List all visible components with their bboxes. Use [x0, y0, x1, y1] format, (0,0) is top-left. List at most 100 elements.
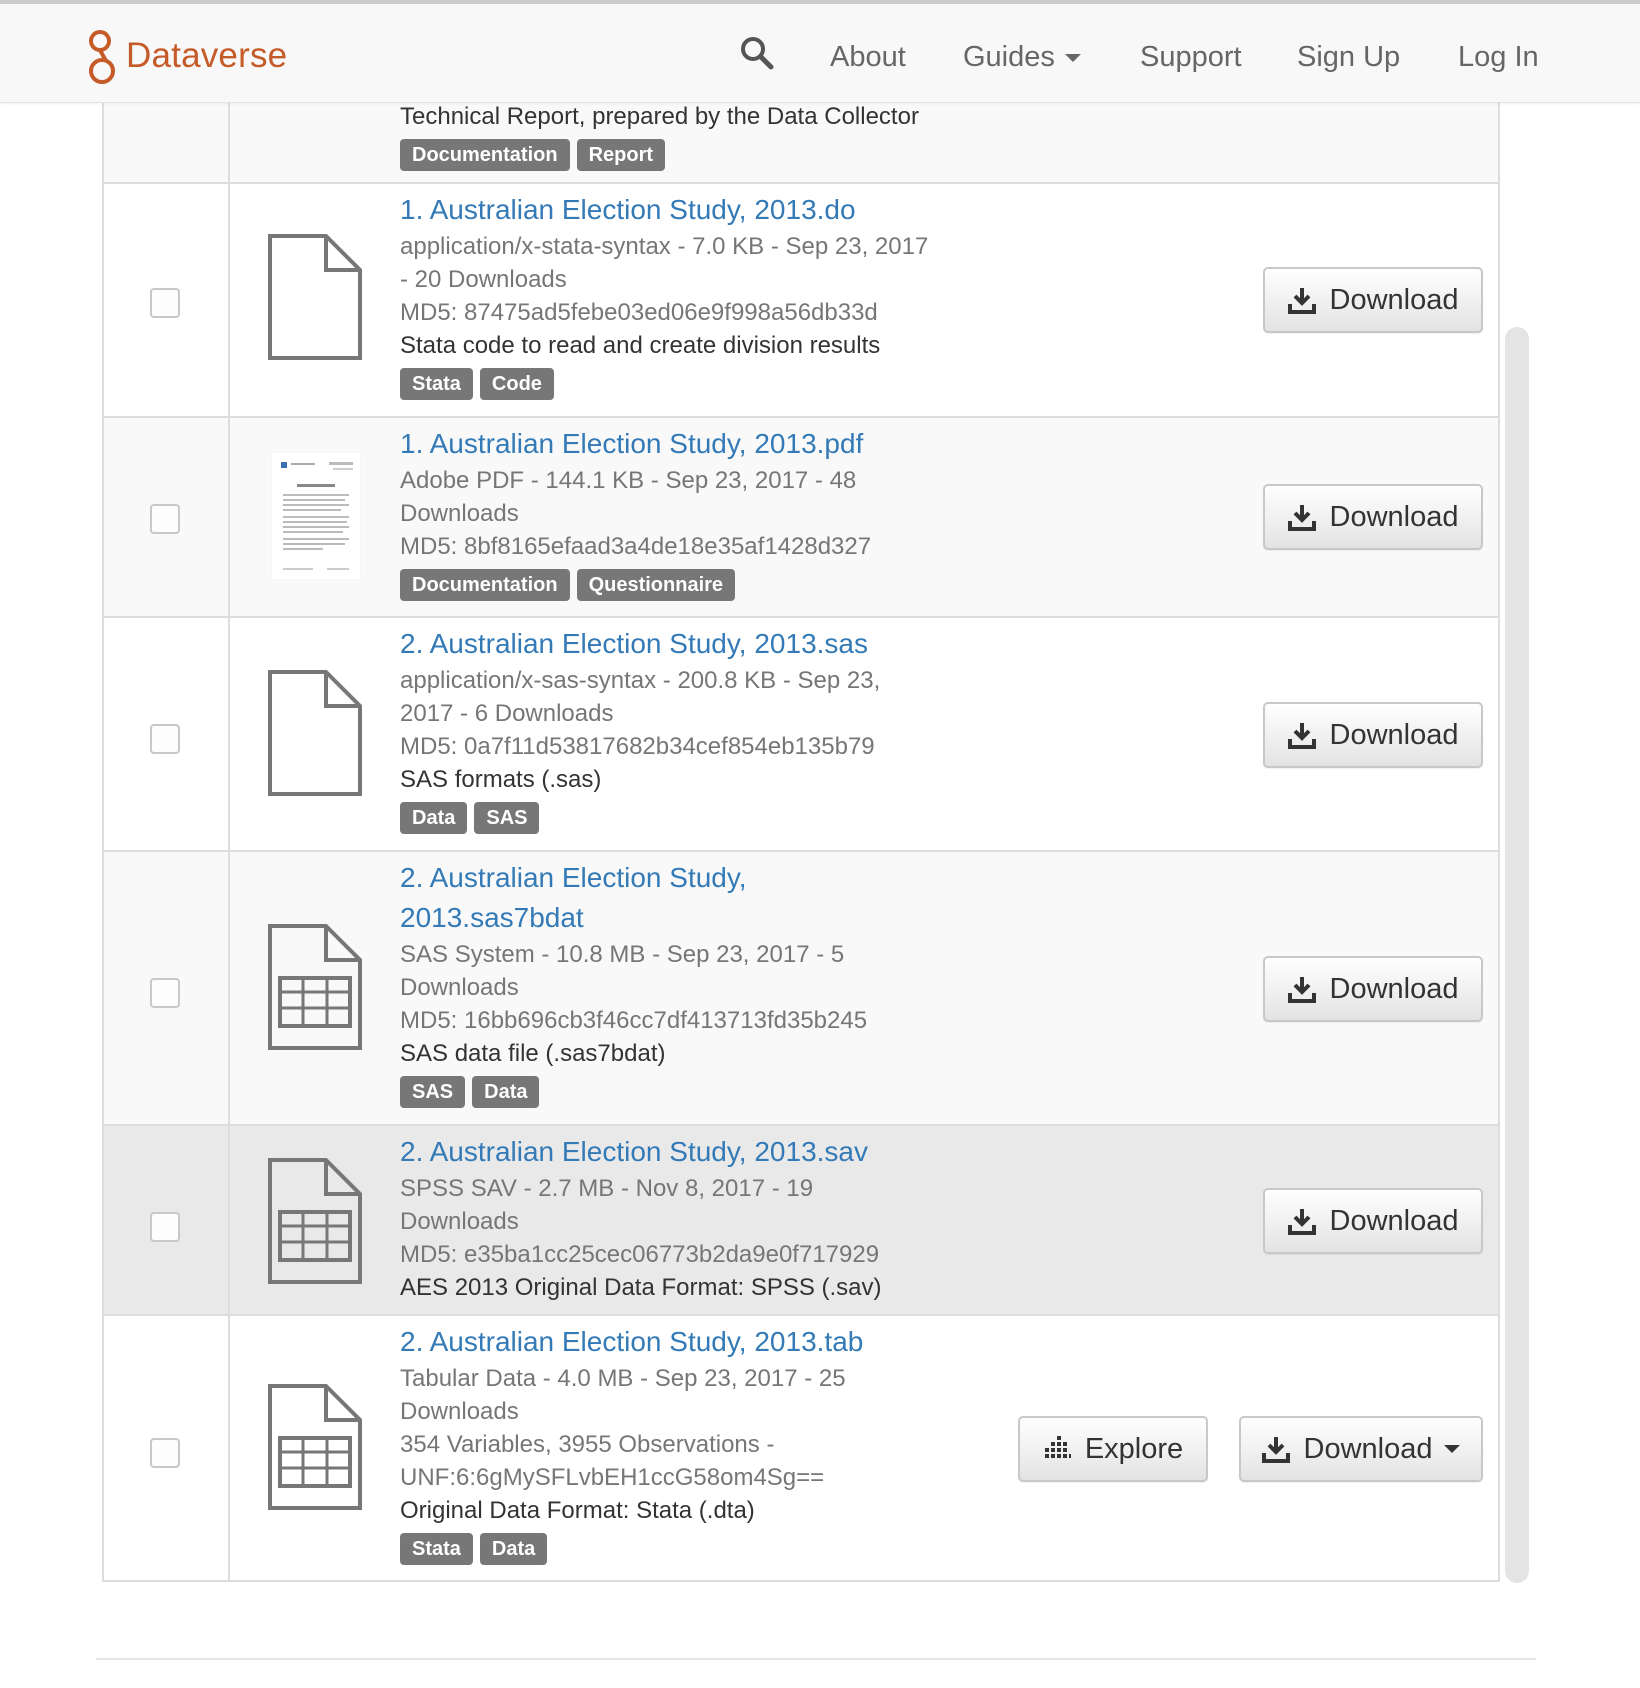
file-tag: Documentation — [400, 569, 570, 601]
file-description: Original Data Format: Stata (.dta) — [400, 1497, 755, 1524]
file-tag: Stata — [400, 368, 473, 400]
file-select-checkbox[interactable] — [150, 724, 180, 754]
file-meta: application/x-sas-syntax - 200.8 KB - Se… — [400, 667, 881, 694]
file-tag: Data — [472, 1076, 540, 1108]
table-row: 2. Australian Election Study, 2013.sas7bd… — [104, 852, 1498, 1126]
caret-down-icon — [1444, 1445, 1461, 1453]
explore-button[interactable]: Explore — [1018, 1416, 1208, 1482]
column-divider — [228, 618, 230, 850]
table-file-icon — [268, 924, 362, 1050]
file-tag: Data — [400, 802, 468, 834]
scrollbar[interactable] — [1505, 327, 1529, 1583]
column-divider — [228, 418, 230, 616]
table-row: Technical Report, prepared by the Data C… — [104, 100, 1498, 184]
table-row: 2. Australian Election Study, 2013.sas a… — [104, 618, 1498, 852]
file-variables: 354 Variables, 3955 Observations - — [400, 1431, 775, 1458]
file-tag: Stata — [400, 1533, 473, 1565]
file-name-part: 2. Australian Election Study, — [400, 862, 747, 893]
column-divider — [228, 1316, 230, 1580]
file-meta: - 20 Downloads — [400, 266, 567, 293]
file-select-checkbox[interactable] — [150, 1438, 180, 1468]
file-meta: application/x-stata-syntax - 7.0 KB - Se… — [400, 233, 929, 260]
file-tags: Data SAS — [400, 802, 960, 834]
file-description: Technical Report, prepared by the Data C… — [400, 103, 919, 130]
nav-guides-dropdown[interactable]: Guides — [963, 38, 1081, 76]
file-select-checkbox[interactable] — [150, 1212, 180, 1242]
file-tag: Data — [479, 1533, 548, 1565]
file-meta: Downloads — [400, 1398, 519, 1425]
download-button[interactable]: Download — [1263, 956, 1483, 1022]
file-name-link[interactable]: 2. Australian Election Study, 2013.tab — [400, 1322, 960, 1362]
file-meta: Tabular Data - 4.0 MB - Sep 23, 2017 - 2… — [400, 1365, 846, 1392]
file-md5: MD5: 16bb696cb3f46cc7df413713fd35b245 — [400, 1007, 868, 1034]
file-select-checkbox[interactable] — [150, 978, 180, 1008]
download-dropdown-button[interactable]: Download — [1239, 1416, 1483, 1482]
file-unf: UNF:6:6gMySFLvbEH1ccG58om4Sg== — [400, 1464, 825, 1491]
file-md5: MD5: e35ba1cc25cec06773b2da9e0f717929 — [400, 1241, 880, 1268]
nav-log-in-link[interactable]: Log In — [1458, 38, 1539, 76]
download-button[interactable]: Download — [1263, 702, 1483, 768]
file-tags: Stata Data — [400, 1533, 960, 1565]
file-meta: Downloads — [400, 1208, 519, 1235]
pdf-thumbnail-icon — [271, 452, 361, 580]
file-icon — [268, 670, 362, 796]
table-file-icon — [268, 1158, 362, 1284]
download-button[interactable]: Download — [1263, 1188, 1483, 1254]
dataverse-logo-icon — [89, 30, 115, 84]
file-meta: 2017 - 6 Downloads — [400, 700, 614, 727]
file-tag: Code — [479, 368, 554, 400]
file-md5: MD5: 0a7f11d53817682b34cef854eb135b79 — [400, 733, 875, 760]
download-label: Download — [1329, 972, 1459, 1005]
nav-sign-up-link[interactable]: Sign Up — [1297, 38, 1400, 76]
file-tag: Documentation — [400, 139, 570, 171]
explore-label: Explore — [1084, 1432, 1184, 1465]
file-select-checkbox[interactable] — [150, 504, 180, 534]
download-icon — [1287, 1209, 1316, 1235]
file-md5: MD5: 8bf8165efaad3a4de18e35af1428d327 — [400, 533, 872, 560]
files-table: Technical Report, prepared by the Data C… — [102, 100, 1500, 1582]
column-divider — [228, 1126, 230, 1314]
table-row: 1. Australian Election Study, 2013.do ap… — [104, 184, 1498, 418]
file-select-checkbox[interactable] — [150, 288, 180, 318]
file-md5: MD5: 87475ad5febe03ed06e9f998a56db33d — [400, 299, 878, 326]
file-name-part: 2013.sas7bdat — [400, 902, 584, 933]
explore-icon — [1044, 1436, 1071, 1458]
file-tags: Documentation Report — [400, 139, 960, 171]
download-icon — [1261, 1437, 1290, 1463]
download-button[interactable]: Download — [1263, 484, 1483, 550]
column-divider — [228, 100, 230, 182]
brand-logo-link[interactable]: Dataverse — [86, 26, 287, 86]
download-button[interactable]: Download — [1263, 267, 1483, 333]
search-icon[interactable] — [740, 36, 774, 70]
table-file-icon — [268, 1384, 362, 1510]
file-meta: Downloads — [400, 500, 519, 527]
download-icon — [1287, 977, 1316, 1003]
file-meta: Adobe PDF - 144.1 KB - Sep 23, 2017 - 48 — [400, 467, 857, 494]
file-name-link[interactable]: 2. Australian Election Study, 2013.sas — [400, 624, 960, 664]
file-name-link[interactable]: 2. Australian Election Study, 2013.sav — [400, 1132, 960, 1172]
download-icon — [1287, 288, 1316, 314]
column-divider — [228, 184, 230, 416]
file-meta: SAS System - 10.8 MB - Sep 23, 2017 - 5 — [400, 941, 845, 968]
file-tag: Report — [576, 139, 666, 171]
download-icon — [1287, 505, 1316, 531]
download-label: Download — [1303, 1432, 1433, 1465]
file-meta: SPSS SAV - 2.7 MB - Nov 8, 2017 - 19 — [400, 1175, 814, 1202]
file-meta: Downloads — [400, 974, 519, 1001]
navbar: Dataverse About Guides Support Sign Up L… — [0, 0, 1640, 103]
download-label: Download — [1329, 718, 1459, 751]
file-tags: Stata Code — [400, 368, 960, 400]
file-name-link[interactable]: 1. Australian Election Study, 2013.do — [400, 190, 960, 230]
nav-support-link[interactable]: Support — [1140, 38, 1242, 76]
caret-down-icon — [1064, 54, 1081, 63]
nav-about-link[interactable]: About — [830, 38, 906, 76]
nav-guides-label: Guides — [963, 41, 1055, 73]
file-description: AES 2013 Original Data Format: SPSS (.sa… — [400, 1274, 882, 1301]
download-label: Download — [1329, 1204, 1459, 1237]
file-name-link[interactable]: 1. Australian Election Study, 2013.pdf — [400, 424, 960, 464]
file-description: SAS data file (.sas7bdat) — [400, 1040, 666, 1067]
file-tag: SAS — [474, 802, 540, 834]
brand-name: Dataverse — [126, 36, 288, 75]
file-name-link[interactable]: 2. Australian Election Study, 2013.sas7bd… — [400, 858, 960, 938]
column-divider — [228, 852, 230, 1124]
